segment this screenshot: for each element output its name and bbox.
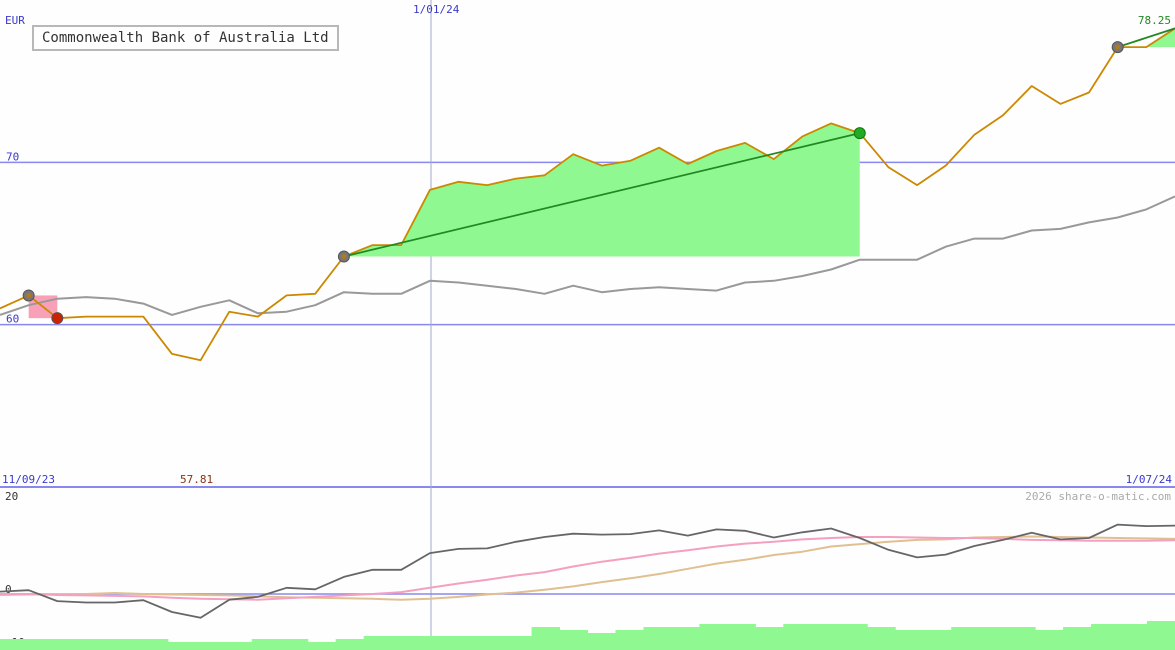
volume-bar bbox=[951, 627, 980, 650]
last-price-label: 78.25 bbox=[1138, 14, 1171, 27]
volume-bar bbox=[1007, 627, 1036, 650]
volume-bar bbox=[643, 627, 672, 650]
volume-bar bbox=[699, 624, 728, 650]
currency-label: EUR bbox=[5, 14, 25, 27]
osc-tick-20: 20 bbox=[5, 490, 18, 503]
volume-bar bbox=[1035, 630, 1064, 650]
volume-bar bbox=[503, 636, 533, 650]
price-marker bbox=[853, 127, 866, 140]
volume-bar bbox=[671, 627, 700, 650]
date-label-mid: 1/01/24 bbox=[413, 3, 460, 16]
volume-bar bbox=[139, 639, 169, 650]
price-marker-core bbox=[1115, 44, 1121, 50]
volume-bar bbox=[867, 627, 896, 650]
volume-bar bbox=[1119, 624, 1148, 650]
date-label-start: 11/09/23 bbox=[2, 473, 55, 486]
volume-bar bbox=[1147, 621, 1175, 650]
date-label-end: 1/07/24 bbox=[1126, 473, 1173, 486]
price-marker bbox=[51, 312, 64, 325]
chart-title: Commonwealth Bank of Australia Ltd bbox=[32, 25, 339, 51]
volume-bar bbox=[475, 636, 505, 650]
volume-bar bbox=[391, 636, 421, 650]
volume-bar bbox=[923, 630, 952, 650]
volume-bar bbox=[559, 630, 588, 650]
volume-bar bbox=[0, 639, 29, 650]
volume-bar bbox=[1091, 624, 1120, 650]
volume-bar bbox=[279, 639, 309, 650]
volume-bar bbox=[587, 633, 616, 650]
volume-bar bbox=[531, 627, 561, 650]
volume-bar bbox=[895, 630, 924, 650]
volume-bar bbox=[195, 642, 225, 650]
volume-bar bbox=[111, 639, 141, 650]
min-price-label: 57.81 bbox=[180, 473, 213, 486]
price-marker-core bbox=[341, 253, 347, 259]
price-marker-core bbox=[26, 292, 32, 298]
volume-bar bbox=[1063, 627, 1092, 650]
ytick-label-60: 60 bbox=[6, 313, 19, 326]
volume-bar bbox=[335, 639, 365, 650]
ytick-label-70: 70 bbox=[6, 150, 19, 163]
volume-bar bbox=[83, 639, 113, 650]
volume-bar bbox=[783, 624, 812, 650]
volume-bar bbox=[363, 636, 393, 650]
volume-bar bbox=[615, 630, 644, 650]
volume-bar bbox=[167, 642, 197, 650]
volume-bar bbox=[223, 642, 253, 650]
volume-bar bbox=[251, 639, 281, 650]
volume-bar bbox=[727, 624, 756, 650]
volume-bar bbox=[55, 639, 85, 650]
volume-bar bbox=[447, 636, 477, 650]
volume-bar bbox=[27, 639, 57, 650]
volume-bar bbox=[419, 636, 449, 650]
volume-bar bbox=[755, 627, 784, 650]
volume-bar bbox=[811, 624, 840, 650]
volume-bar bbox=[839, 624, 868, 650]
stock-chart: 6070200-10 EUR 1/01/24 78.25 11/09/23 57… bbox=[0, 0, 1175, 650]
volume-bar bbox=[979, 627, 1008, 650]
volume-bar bbox=[307, 642, 337, 650]
watermark: 2026 share-o-matic.com bbox=[1025, 490, 1171, 503]
